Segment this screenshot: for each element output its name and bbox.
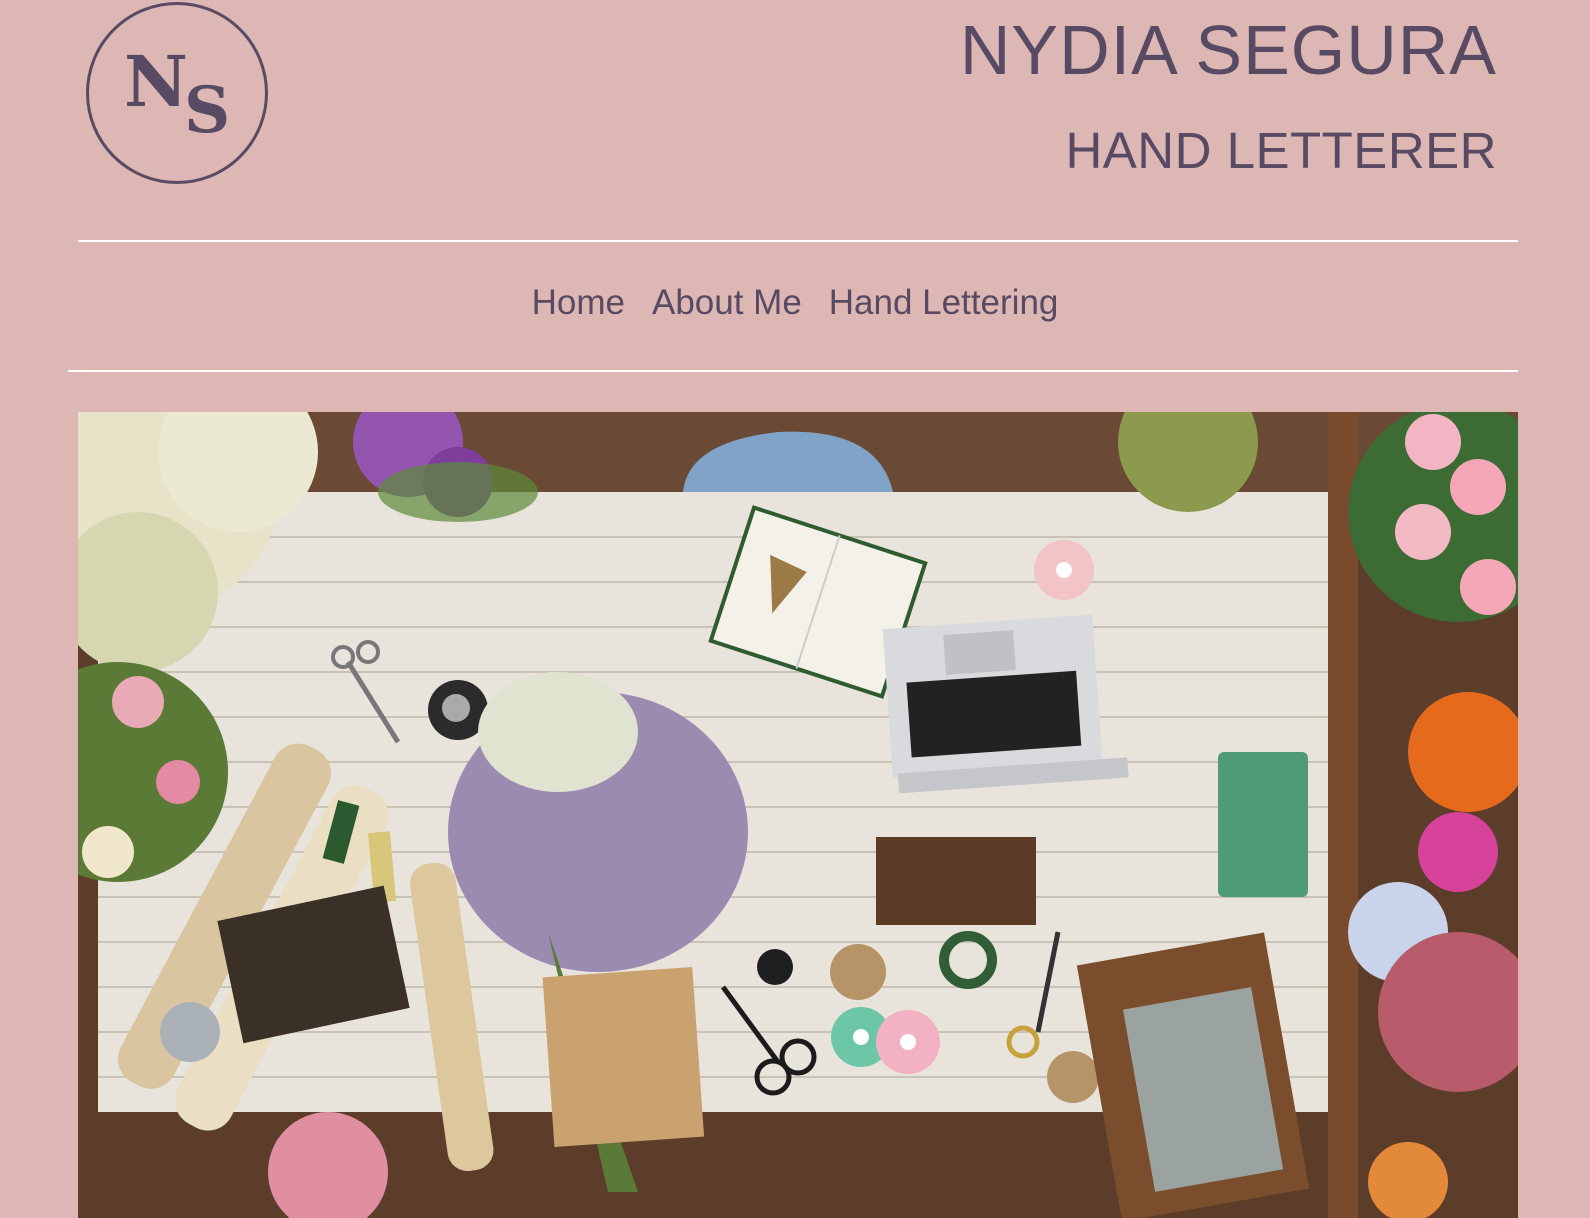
nav-hand-lettering-link[interactable]: Hand Lettering xyxy=(829,282,1059,324)
logo-letter-n: N xyxy=(124,40,188,123)
nav-divider xyxy=(68,370,1518,372)
logo-letter-s: S xyxy=(184,73,231,148)
main-nav: Home About Me Hand Lettering xyxy=(0,282,1590,324)
florist-workspace-image xyxy=(78,412,1518,1218)
hero-image xyxy=(78,412,1518,1218)
header-divider xyxy=(78,240,1518,242)
site-subtitle: HAND LETTERER xyxy=(1065,122,1497,179)
site-title: NYDIA SEGURA xyxy=(959,11,1497,89)
nav-about-me-link[interactable]: About Me xyxy=(652,282,802,324)
nav-home-link[interactable]: Home xyxy=(532,282,625,324)
logo-monogram[interactable]: N S xyxy=(86,2,268,184)
